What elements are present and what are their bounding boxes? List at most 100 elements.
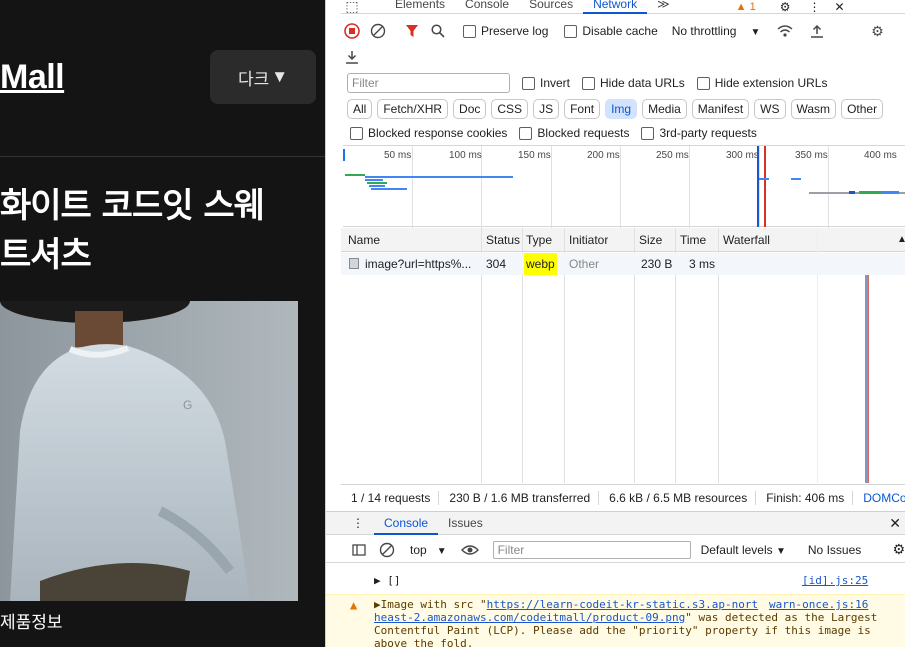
- column-header-size[interactable]: Size: [639, 228, 662, 252]
- network-filter-bar: Filter Invert Hide data URLs Hide extens…: [347, 72, 905, 94]
- download-har-icon[interactable]: [341, 46, 363, 68]
- warning-source-link[interactable]: warn-once.js:16: [769, 598, 868, 611]
- filter-funnel-icon[interactable]: [401, 20, 423, 42]
- third-party-requests-checkbox[interactable]: 3rd-party requests: [641, 126, 757, 140]
- timeline-tick-label: 250 ms: [656, 150, 689, 161]
- settings-gear-icon[interactable]: ⚙: [780, 1, 791, 13]
- site-logo-link[interactable]: Mall: [0, 58, 65, 97]
- blocked-response-cookies-checkbox[interactable]: Blocked response cookies: [350, 126, 507, 140]
- request-name[interactable]: image?url=https%...: [365, 253, 475, 275]
- checkbox-box: [519, 126, 533, 140]
- hide-data-urls-checkbox[interactable]: Hide data URLs: [582, 76, 685, 90]
- resource-type-filters: All Fetch/XHR Doc CSS JS Font Img Media …: [347, 98, 905, 120]
- network-conditions-icon[interactable]: [774, 20, 796, 42]
- tab-elements[interactable]: Elements: [385, 0, 455, 14]
- timeline-request-bar: [859, 191, 881, 194]
- column-header-time[interactable]: Time: [680, 228, 706, 252]
- request-count: 1 / 14 requests: [341, 490, 440, 505]
- kebab-menu-icon[interactable]: ⋮: [809, 1, 821, 13]
- blocked-requests-checkbox[interactable]: Blocked requests: [519, 126, 629, 140]
- table-row[interactable]: image?url=https%... 304 webp Other 230 B…: [341, 253, 905, 275]
- drawer-tab-issues[interactable]: Issues: [438, 511, 493, 535]
- context-value: top: [410, 542, 427, 557]
- console-filter-input[interactable]: Filter: [492, 540, 691, 559]
- checkbox-box: [564, 24, 578, 38]
- network-settings-gear-icon[interactable]: ⚙: [866, 20, 888, 42]
- upload-har-icon[interactable]: [806, 20, 828, 42]
- type-filter-ws[interactable]: WS: [754, 99, 786, 119]
- image-file-icon: [349, 258, 359, 269]
- column-header-status[interactable]: Status: [486, 228, 520, 252]
- request-status: 304: [486, 257, 507, 271]
- type-filter-media[interactable]: Media: [642, 99, 687, 119]
- clear-console-icon[interactable]: [376, 539, 398, 561]
- type-filter-doc[interactable]: Doc: [453, 99, 487, 119]
- issues-count[interactable]: No Issues: [808, 543, 861, 557]
- timeline-gridline: [828, 146, 829, 228]
- sort-ascending-icon[interactable]: ▲: [897, 228, 905, 252]
- console-settings-gear-icon[interactable]: ⚙: [892, 541, 905, 558]
- console-source-link[interactable]: [id].js:25: [802, 574, 868, 587]
- hide-extension-urls-label: Hide extension URLs: [714, 76, 828, 90]
- dom-content-loaded-marker: [757, 146, 759, 227]
- throttling-select[interactable]: No throttling ▼: [672, 24, 761, 38]
- invert-checkbox[interactable]: Invert: [522, 76, 570, 90]
- tab-network[interactable]: Network: [583, 0, 648, 14]
- close-devtools-icon[interactable]: ✕: [835, 1, 845, 13]
- device-toolbar-icon[interactable]: [363, 0, 385, 14]
- record-stop-icon[interactable]: [341, 20, 363, 42]
- timeline-request-bar: [371, 188, 407, 190]
- close-drawer-icon[interactable]: ✕: [889, 515, 905, 532]
- site-viewport: Mall 다크 ▼ 화이트 코드잇 스웨 트셔츠 G 제품정보: [0, 0, 325, 647]
- type-filter-other[interactable]: Other: [841, 99, 884, 119]
- tab-sources[interactable]: Sources: [519, 0, 583, 14]
- column-header-name[interactable]: Name: [348, 228, 380, 252]
- type-filter-js[interactable]: JS: [533, 99, 560, 119]
- inspect-element-icon[interactable]: ⬚: [341, 0, 363, 14]
- type-filter-manifest[interactable]: Manifest: [691, 99, 750, 119]
- clear-icon[interactable]: [367, 20, 389, 42]
- theme-toggle-button[interactable]: 다크 ▼: [210, 50, 316, 104]
- timeline-request-bar: [759, 178, 769, 180]
- hide-extension-urls-checkbox[interactable]: Hide extension URLs: [696, 76, 828, 90]
- request-size: 230 B: [641, 257, 673, 271]
- log-levels-select[interactable]: Default levels ▼: [701, 543, 786, 557]
- drawer-tab-console[interactable]: Console: [374, 511, 439, 535]
- waterfall-load-marker: [868, 253, 869, 483]
- preserve-log-checkbox[interactable]: Preserve log: [463, 24, 548, 38]
- type-filter-img[interactable]: Img: [605, 99, 638, 119]
- disable-cache-label: Disable cache: [582, 24, 658, 38]
- type-filter-all[interactable]: All: [347, 99, 373, 119]
- type-filter-wasm[interactable]: Wasm: [790, 99, 837, 119]
- drawer-menu-icon[interactable]: ⋮: [326, 516, 374, 530]
- live-expression-eye-icon[interactable]: [459, 539, 481, 561]
- network-overview-timeline[interactable]: 50 ms 100 ms 150 ms 200 ms 250 ms 300 ms…: [343, 145, 905, 228]
- image-url-link[interactable]: https://learn-codeit-kr-static.s3.ap-nor…: [487, 598, 759, 611]
- type-filter-font[interactable]: Font: [564, 99, 601, 119]
- timeline-gridline: [759, 146, 760, 228]
- caret-down-icon: ▼: [750, 27, 761, 38]
- disable-cache-checkbox[interactable]: Disable cache: [564, 24, 658, 38]
- context-selector[interactable]: top ▼: [410, 543, 447, 557]
- type-filter-css[interactable]: CSS: [491, 99, 529, 119]
- warning-text-part: " was detected as the Largest: [685, 611, 878, 624]
- log-levels-value: Default levels: [700, 542, 773, 557]
- domcontentloaded-time: DOMCont: [863, 490, 905, 505]
- timeline-tick-label: 200 ms: [587, 150, 620, 161]
- sidebar-toggle-icon[interactable]: [348, 539, 370, 561]
- type-filter-fetch-xhr[interactable]: Fetch/XHR: [377, 99, 449, 119]
- column-header-type[interactable]: Type: [526, 228, 552, 252]
- network-toolbar: Preserve log Disable cache No throttling…: [341, 18, 905, 44]
- timeline-gridline: [412, 146, 413, 228]
- column-header-initiator[interactable]: Initiator: [569, 228, 608, 252]
- warning-text-prefix: ▶Image with src ": [374, 598, 487, 611]
- console-message-text[interactable]: ▶ []: [374, 574, 401, 587]
- column-header-waterfall[interactable]: Waterfall: [723, 228, 770, 252]
- more-tabs-icon[interactable]: ≫: [647, 0, 680, 14]
- image-url-link-continued[interactable]: heast-2.amazonaws.com/codeitmall/product…: [374, 611, 685, 624]
- warning-icon[interactable]: ▲ 1: [736, 1, 756, 12]
- tab-console[interactable]: Console: [455, 0, 519, 14]
- network-filter-input[interactable]: Filter: [347, 73, 510, 93]
- timeline-request-bar: [369, 185, 385, 187]
- search-icon[interactable]: [427, 20, 449, 42]
